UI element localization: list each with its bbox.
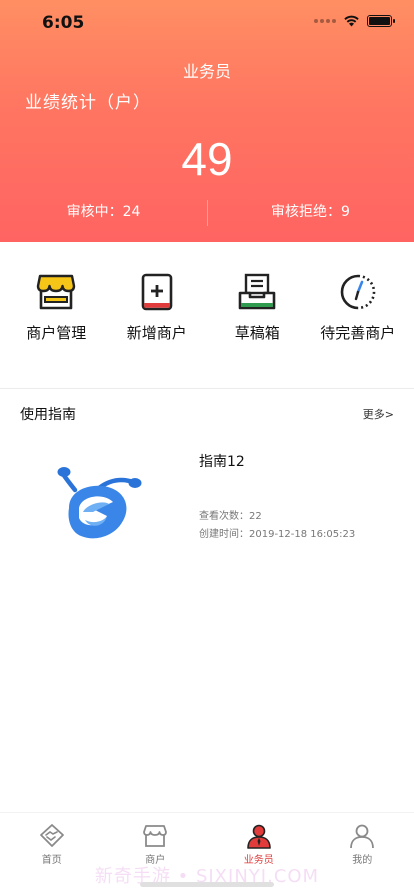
cellular-signal-icon bbox=[314, 18, 336, 23]
guide-name: 指南12 bbox=[199, 454, 245, 470]
status-time: 6:05 bbox=[42, 13, 85, 33]
quick-item-pending-merchants[interactable]: 待完善商户 bbox=[310, 270, 406, 360]
store-icon bbox=[34, 270, 78, 314]
profile-icon bbox=[349, 823, 375, 849]
stats-header: 6:05 业务员 业绩统计（户） 49 审核中：24 审核拒绝：9 bbox=[0, 0, 414, 242]
app-logo-icon bbox=[57, 467, 142, 539]
salesperson-icon bbox=[246, 823, 272, 849]
battery-icon bbox=[367, 14, 395, 27]
guide-more-link[interactable]: 更多> bbox=[363, 406, 394, 422]
guide-section-header: 使用指南 更多> bbox=[20, 402, 394, 426]
guide-section-title: 使用指南 bbox=[20, 407, 76, 423]
wifi-icon bbox=[344, 15, 359, 27]
quick-label: 待完善商户 bbox=[320, 324, 396, 342]
stat-under-review[interactable]: 审核中：24 bbox=[0, 198, 207, 228]
status-bar: 6:05 bbox=[0, 0, 414, 44]
quick-menu: 商户管理 新增商户 草稿箱 待完善商户 bbox=[0, 270, 414, 360]
section-divider bbox=[0, 388, 414, 389]
quick-item-merchant-management[interactable]: 商户管理 bbox=[8, 270, 104, 360]
add-merchant-icon bbox=[135, 270, 179, 314]
page-title: 业务员 bbox=[182, 62, 231, 81]
performance-count: 49 bbox=[181, 133, 233, 185]
guide-view-count: 查看次数：22 bbox=[199, 511, 262, 522]
review-stats: 审核中：24 审核拒绝：9 bbox=[0, 198, 414, 228]
clock-icon bbox=[336, 270, 380, 314]
quick-label: 草稿箱 bbox=[234, 324, 280, 342]
performance-subtitle: 业绩统计（户） bbox=[25, 93, 151, 113]
shop-icon bbox=[142, 823, 168, 849]
drafts-icon bbox=[235, 270, 279, 314]
status-indicators bbox=[314, 14, 395, 27]
quick-label: 商户管理 bbox=[26, 324, 87, 342]
guide-created-time: 创建时间：2019-12-18 16:05:23 bbox=[199, 529, 356, 540]
guide-card[interactable]: 指南12 查看次数：22 创建时间：2019-12-18 16:05:23 bbox=[0, 440, 414, 570]
quick-item-add-merchant[interactable]: 新增商户 bbox=[109, 270, 205, 360]
quick-label: 新增商户 bbox=[126, 324, 187, 342]
stats-divider bbox=[207, 200, 208, 226]
stat-rejected[interactable]: 审核拒绝：9 bbox=[207, 198, 414, 228]
quick-item-drafts[interactable]: 草稿箱 bbox=[209, 270, 305, 360]
home-indicator bbox=[140, 882, 274, 887]
handshake-icon bbox=[39, 823, 65, 849]
